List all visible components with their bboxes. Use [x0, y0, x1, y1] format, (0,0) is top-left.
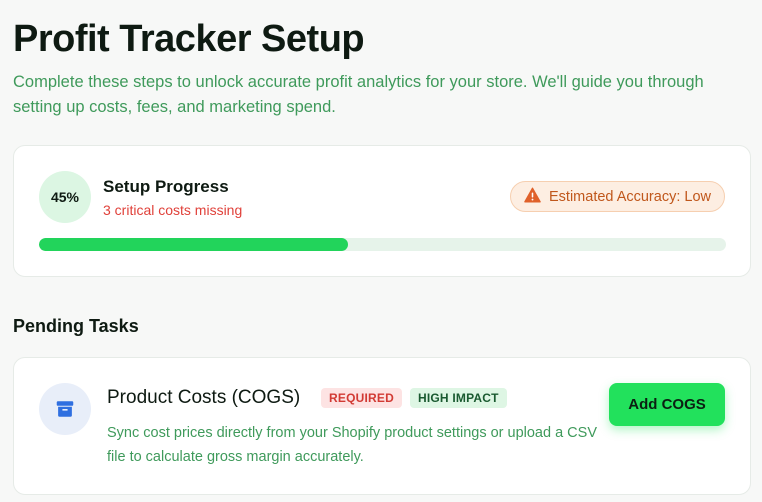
- archive-box-icon: [39, 383, 91, 435]
- task-description: Sync cost prices directly from your Shop…: [107, 425, 597, 465]
- page-title: Profit Tracker Setup: [13, 18, 365, 60]
- progress-bar: [39, 238, 726, 251]
- setup-progress-card: 45% Setup Progress 3 critical costs miss…: [13, 145, 751, 277]
- accuracy-label: Estimated Accuracy: Low: [549, 188, 711, 205]
- task-title: Product Costs (COGS): [107, 387, 301, 408]
- task-card-cogs: Product Costs (COGS) REQUIRED HIGH IMPAC…: [13, 357, 751, 495]
- page-subtitle: Complete these steps to unlock accurate …: [13, 73, 704, 116]
- required-badge: REQUIRED: [321, 388, 402, 408]
- add-cogs-button[interactable]: Add COGS: [609, 383, 725, 426]
- pending-tasks-heading: Pending Tasks: [13, 316, 139, 336]
- progress-percent-badge: 45%: [39, 171, 91, 223]
- accuracy-badge: Estimated Accuracy: Low: [510, 181, 725, 212]
- high-impact-badge: HIGH IMPACT: [410, 388, 507, 408]
- progress-bar-fill: [39, 238, 349, 251]
- progress-title: Setup Progress: [103, 177, 229, 196]
- warning-triangle-icon: [524, 187, 541, 207]
- missing-costs-text: 3 critical costs missing: [103, 202, 243, 218]
